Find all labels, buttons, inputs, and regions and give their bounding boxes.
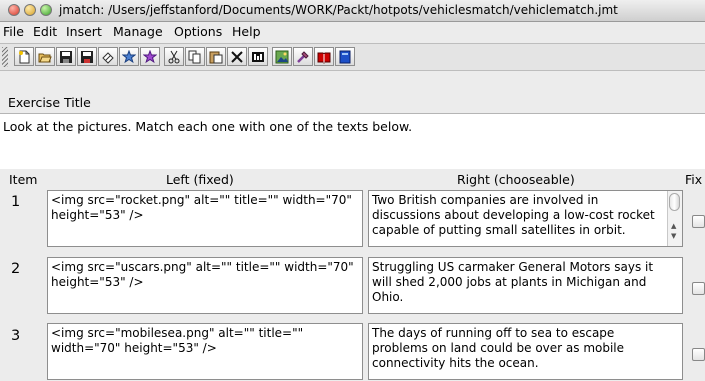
column-header-item: Item	[9, 172, 38, 187]
new-icon[interactable]	[14, 47, 34, 66]
menu-help[interactable]: Help	[232, 24, 261, 39]
cut-icon[interactable]	[164, 47, 184, 66]
toolbar	[0, 43, 705, 71]
menu-edit[interactable]: Edit	[33, 24, 57, 39]
row-number-1: 1	[11, 194, 21, 210]
right-item-1-scrollbar[interactable]: ▲ ▼	[667, 191, 682, 246]
export-all-icon[interactable]	[140, 47, 160, 66]
left-item-3-field[interactable]: <img src="mobilesea.png" alt="" title=""…	[47, 323, 363, 380]
help-book-icon[interactable]	[335, 47, 355, 66]
exercise-title-label: Exercise Title	[8, 95, 91, 110]
exercise-title-field[interactable]: Look at the pictures. Match each one wit…	[0, 113, 705, 169]
fix-checkbox-2[interactable]	[692, 282, 705, 295]
zoom-window-icon[interactable]	[40, 4, 52, 16]
menu-bar: File Edit Insert Manage Options Help	[0, 22, 705, 42]
paste-icon[interactable]	[206, 47, 226, 66]
right-item-2-text: Struggling US carmaker General Motors sa…	[372, 260, 654, 304]
row-number-2: 2	[11, 261, 21, 277]
left-item-2-text: <img src="uscars.png" alt="" title="" wi…	[51, 260, 354, 289]
left-item-1-field[interactable]: <img src="rocket.png" alt="" title="" wi…	[47, 190, 363, 247]
eraser-icon[interactable]	[98, 47, 118, 66]
close-window-icon[interactable]	[8, 4, 20, 16]
toolbar-grip-icon[interactable]	[2, 47, 8, 67]
right-item-3-field[interactable]: The days of running off to sea to escape…	[368, 323, 683, 380]
delete-icon[interactable]	[227, 47, 247, 66]
menu-manage[interactable]: Manage	[113, 24, 163, 39]
title-bar: jmatch: /Users/jeffstanford/Documents/WO…	[0, 0, 705, 22]
row-number-3: 3	[11, 328, 21, 344]
scroll-down-icon[interactable]: ▼	[671, 229, 676, 244]
right-item-3-text: The days of running off to sea to escape…	[372, 326, 625, 370]
copy-icon[interactable]	[185, 47, 205, 66]
window-title: jmatch: /Users/jeffstanford/Documents/WO…	[59, 3, 618, 17]
save-icon[interactable]	[56, 47, 76, 66]
image-icon[interactable]	[272, 47, 292, 66]
fix-checkbox-1[interactable]	[692, 215, 705, 228]
exercise-title-text: Look at the pictures. Match each one wit…	[3, 119, 413, 134]
right-item-2-field[interactable]: Struggling US carmaker General Motors sa…	[368, 257, 683, 314]
column-header-fix: Fix	[685, 172, 703, 187]
minimize-window-icon[interactable]	[24, 4, 36, 16]
left-item-3-text: <img src="mobilesea.png" alt="" title=""…	[51, 326, 304, 355]
column-header-left: Left (fixed)	[166, 172, 234, 187]
menu-file[interactable]: File	[3, 24, 24, 39]
menu-insert[interactable]: Insert	[66, 24, 102, 39]
menu-options[interactable]: Options	[174, 24, 222, 39]
column-header-right: Right (chooseable)	[457, 172, 575, 187]
left-item-1-text: <img src="rocket.png" alt="" title="" wi…	[51, 193, 352, 222]
fix-checkbox-3[interactable]	[692, 348, 705, 361]
right-item-1-field[interactable]: Two British companies are involved in di…	[368, 190, 683, 247]
left-item-2-field[interactable]: <img src="uscars.png" alt="" title="" wi…	[47, 257, 363, 314]
open-icon[interactable]	[35, 47, 55, 66]
tool-icon[interactable]	[293, 47, 313, 66]
save-as-icon[interactable]	[77, 47, 97, 66]
right-item-1-text: Two British companies are involved in di…	[372, 193, 655, 237]
export-icon[interactable]	[119, 47, 139, 66]
text-icon[interactable]	[248, 47, 268, 66]
scrollbar-thumb[interactable]	[669, 193, 680, 211]
book-icon[interactable]	[314, 47, 334, 66]
